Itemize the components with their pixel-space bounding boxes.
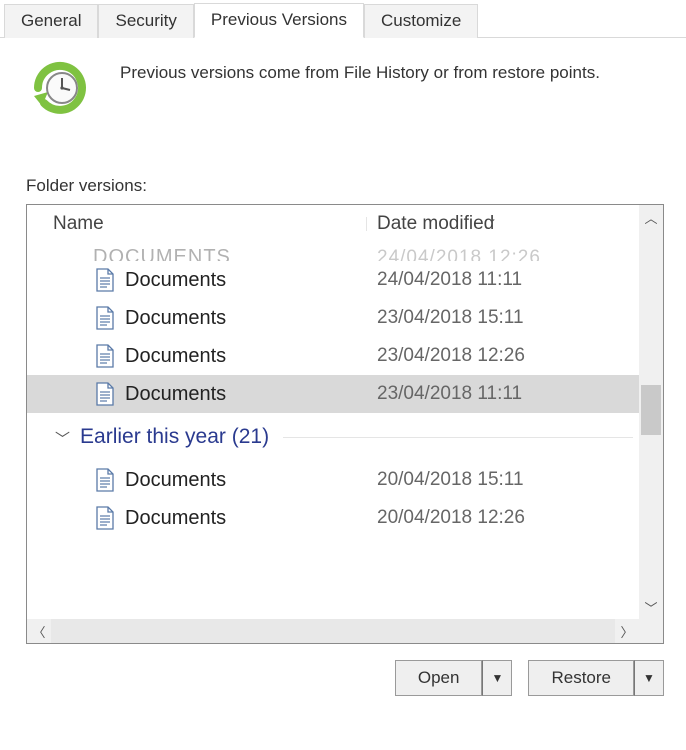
column-name-label: Name — [53, 213, 104, 234]
group-label: Earlier this year (21) — [80, 425, 269, 449]
info-text: Previous versions come from File History… — [120, 60, 600, 85]
column-date-label: Date modified — [377, 213, 494, 234]
properties-dialog: General Security Previous Versions Custo… — [0, 0, 686, 750]
list-item[interactable]: Documents 20/04/2018 15:11 — [27, 461, 639, 499]
list-body: Documents 24/04/2018 12:26 Documents 24/… — [27, 243, 639, 619]
item-name: Documents — [125, 507, 226, 530]
info-row: Previous versions come from File History… — [0, 38, 686, 126]
item-name: Documents — [125, 307, 226, 330]
tab-strip: General Security Previous Versions Custo… — [0, 0, 686, 38]
tab-customize[interactable]: Customize — [364, 4, 478, 38]
item-date: 20/04/2018 12:26 — [367, 507, 639, 529]
restore-split-button: Restore ▼ — [528, 660, 664, 696]
scroll-up-arrow-icon[interactable]: ︿ — [639, 205, 663, 229]
item-name: Documents — [125, 269, 226, 292]
document-icon — [95, 306, 115, 330]
button-row: Open ▼ Restore ▼ — [0, 644, 686, 696]
scroll-track[interactable] — [51, 619, 615, 643]
column-header-name[interactable]: Name — [27, 213, 367, 235]
document-icon — [95, 468, 115, 492]
item-date: 24/04/2018 12:26 — [377, 247, 541, 261]
open-button[interactable]: Open — [395, 660, 483, 696]
item-date: 20/04/2018 15:11 — [367, 469, 639, 491]
item-date: 24/04/2018 11:11 — [367, 269, 639, 291]
group-divider — [283, 437, 633, 438]
list-item[interactable]: Documents 20/04/2018 12:26 — [27, 499, 639, 537]
item-name: Documents — [125, 469, 226, 492]
column-header-date[interactable]: Date modified ⌄ — [367, 213, 663, 235]
tab-general[interactable]: General — [4, 4, 98, 38]
list-item-selected[interactable]: Documents 23/04/2018 11:11 — [27, 375, 639, 413]
item-name: Documents — [125, 345, 226, 368]
open-dropdown-button[interactable]: ▼ — [482, 660, 512, 696]
scrollbar-corner — [639, 619, 663, 643]
triangle-down-icon: ▼ — [492, 671, 504, 685]
list-item[interactable]: Documents 23/04/2018 15:11 — [27, 299, 639, 337]
item-date: 23/04/2018 15:11 — [367, 307, 639, 329]
document-icon — [95, 344, 115, 368]
list-item[interactable]: Documents 24/04/2018 11:11 — [27, 261, 639, 299]
item-date: 23/04/2018 11:11 — [367, 383, 639, 405]
tab-security[interactable]: Security — [98, 4, 193, 38]
open-split-button: Open ▼ — [395, 660, 513, 696]
document-icon — [95, 382, 115, 406]
list-header: Name Date modified ⌄ — [27, 205, 663, 243]
chevron-down-icon: ﹀ — [55, 428, 70, 449]
document-icon — [95, 506, 115, 530]
item-name: Documents — [125, 383, 226, 406]
item-name: Documents — [93, 246, 231, 261]
restore-clock-icon — [30, 60, 90, 116]
triangle-down-icon: ▼ — [643, 671, 655, 685]
list-item[interactable]: Documents 23/04/2018 12:26 — [27, 337, 639, 375]
document-icon — [95, 268, 115, 292]
item-date: 23/04/2018 12:26 — [367, 345, 639, 367]
scroll-left-arrow-icon[interactable]: 〈 — [27, 619, 51, 643]
scroll-right-arrow-icon[interactable]: 〉 — [615, 619, 639, 643]
folder-versions-label: Folder versions: — [0, 126, 686, 204]
group-header-earlier-this-year[interactable]: ﹀ Earlier this year (21) — [27, 413, 639, 461]
horizontal-scrollbar[interactable]: 〈 〉 — [27, 619, 639, 643]
scroll-down-arrow-icon[interactable]: ﹀ — [639, 595, 663, 619]
restore-button[interactable]: Restore — [528, 660, 634, 696]
scroll-thumb[interactable] — [641, 385, 661, 435]
restore-dropdown-button[interactable]: ▼ — [634, 660, 664, 696]
vertical-scrollbar[interactable]: ︿ ﹀ — [639, 205, 663, 619]
tab-previous-versions[interactable]: Previous Versions — [194, 3, 364, 38]
list-item-partial[interactable]: Documents 24/04/2018 12:26 — [27, 243, 639, 261]
chevron-down-icon: ⌄ — [487, 211, 497, 225]
versions-listbox: Name Date modified ⌄ Documents 24/04/201… — [26, 204, 664, 644]
